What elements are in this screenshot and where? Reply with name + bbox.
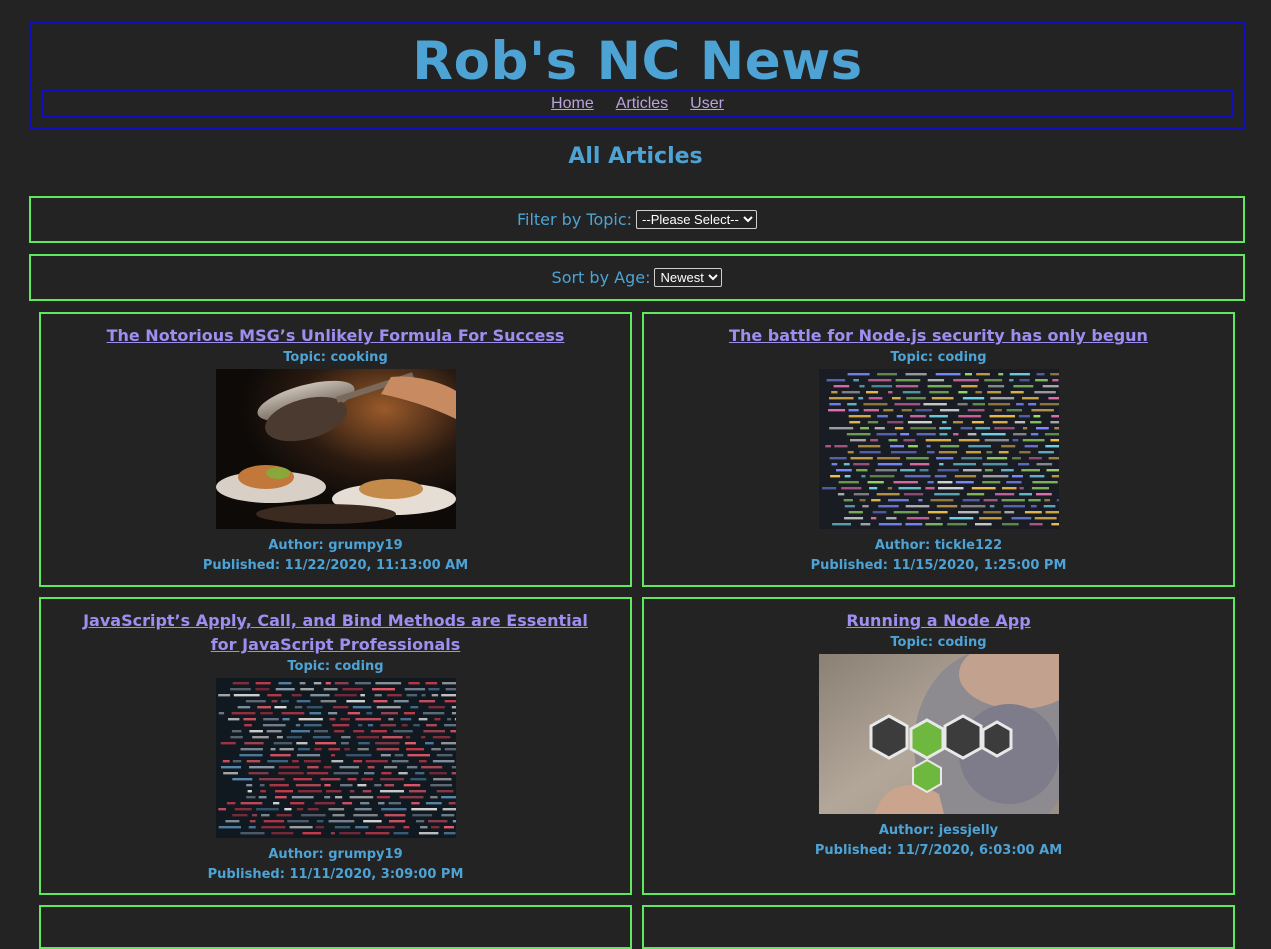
site-header: Rob's NC News Home Articles User <box>29 22 1246 129</box>
article-author: Author: tickle122 <box>874 538 1003 553</box>
sort-select[interactable]: Newest <box>654 268 723 287</box>
article-card: The battle for Node.js security has only… <box>642 312 1235 587</box>
article-topic: Topic: cooking <box>283 350 388 365</box>
article-card <box>39 905 632 949</box>
article-card: JavaScript’s Apply, Call, and Bind Metho… <box>39 597 632 895</box>
article-image[interactable] <box>215 678 456 838</box>
article-published-date: Published: 11/22/2020, 11:13:00 AM <box>202 558 469 573</box>
topic-filter-label: Filter by Topic: <box>516 210 633 229</box>
article-topic: Topic: coding <box>890 635 987 650</box>
article-card: The Notorious MSG’s Unlikely Formula For… <box>39 312 632 587</box>
article-published-date: Published: 11/15/2020, 1:25:00 PM <box>810 558 1067 573</box>
article-topic: Topic: coding <box>287 659 384 674</box>
article-image[interactable] <box>215 369 456 529</box>
nav-articles-link[interactable]: Articles <box>616 95 668 113</box>
article-title-link[interactable]: Running a Node App <box>674 609 1203 633</box>
article-title-link[interactable]: The battle for Node.js security has only… <box>674 324 1203 348</box>
page-title: All Articles <box>568 144 703 169</box>
site-title: Rob's NC News <box>412 31 863 92</box>
article-card: Running a Node App Topic: coding Author:… <box>642 597 1235 895</box>
article-author: Author: jessjelly <box>878 823 999 838</box>
article-title-link[interactable]: JavaScript’s Apply, Call, and Bind Metho… <box>71 609 600 657</box>
article-card <box>642 905 1235 949</box>
article-published-date: Published: 11/7/2020, 6:03:00 AM <box>814 843 1063 858</box>
article-title-link[interactable]: The Notorious MSG’s Unlikely Formula For… <box>71 324 600 348</box>
article-topic: Topic: coding <box>890 350 987 365</box>
article-author: Author: grumpy19 <box>268 847 403 862</box>
topic-filter-select[interactable]: --Please Select-- <box>636 210 758 229</box>
nav-home-link[interactable]: Home <box>551 95 594 113</box>
article-author: Author: grumpy19 <box>268 538 403 553</box>
sort-label: Sort by Age: <box>551 268 651 287</box>
article-image[interactable] <box>818 654 1059 814</box>
nav-user-link[interactable]: User <box>690 95 724 113</box>
sort-box: Sort by Age: Newest <box>29 254 1245 301</box>
main-nav: Home Articles User <box>41 90 1234 118</box>
topic-filter-box: Filter by Topic: --Please Select-- <box>29 196 1245 243</box>
article-image[interactable] <box>818 369 1059 529</box>
article-published-date: Published: 11/11/2020, 3:09:00 PM <box>207 867 464 882</box>
